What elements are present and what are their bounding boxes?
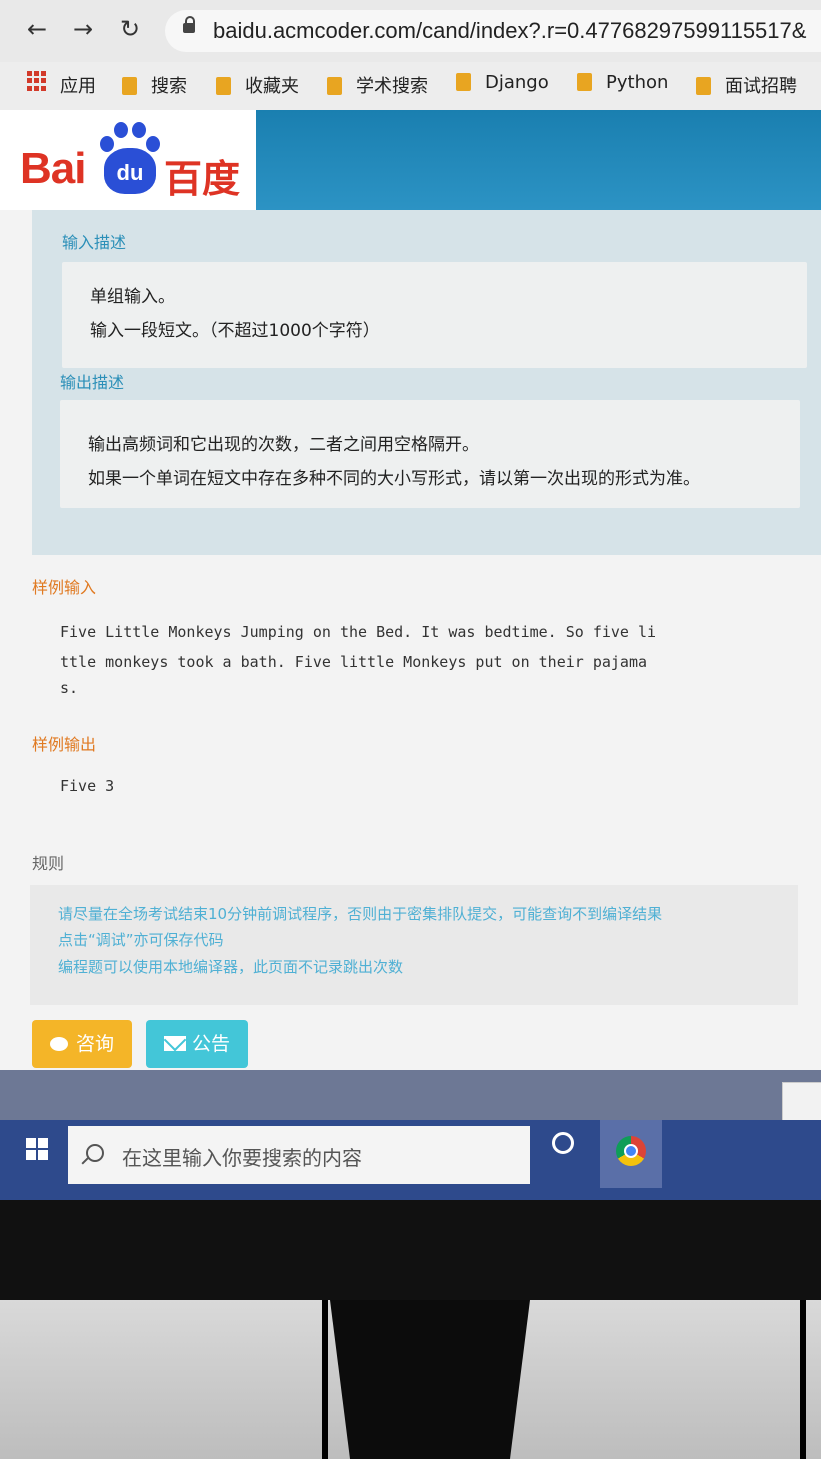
paw-icon: du — [94, 118, 164, 202]
notice-button[interactable]: 公告 — [146, 1020, 249, 1068]
bookmark-jobs[interactable]: 面试招聘 — [696, 72, 797, 98]
output-description-heading: 输出描述 — [60, 373, 125, 392]
rules-heading: 规则 — [32, 854, 65, 873]
consult-button[interactable]: 咨询 — [32, 1020, 133, 1068]
sample-input-line-2: ttle monkeys took a bath. Five little Mo… — [60, 653, 647, 671]
taskbar-chrome-button[interactable] — [600, 1120, 662, 1188]
envelope-icon — [164, 1036, 186, 1051]
reload-icon[interactable]: ↻ — [115, 14, 145, 44]
back-arrow-icon[interactable]: ← — [22, 14, 52, 44]
lock-icon — [183, 16, 195, 33]
bookmark-python[interactable]: Python — [577, 72, 668, 93]
folder-icon — [327, 77, 342, 95]
bookmark-django[interactable]: Django — [456, 72, 549, 93]
chrome-icon — [616, 1136, 646, 1166]
cable — [322, 1300, 328, 1459]
windows-taskbar: 在这里输入你要搜索的内容 — [0, 1120, 821, 1200]
browser-toolbar: ← → ↻ baidu.acmcoder.com/cand/index?.r=0… — [0, 0, 821, 62]
page-footer-band — [0, 1070, 821, 1120]
windows-start-icon[interactable] — [26, 1138, 48, 1160]
sample-input-line-3: s. — [60, 679, 79, 697]
sample-output-text: Five 3 — [60, 777, 115, 795]
search-icon — [86, 1144, 104, 1162]
rules-box: 请尽量在全场考试结束10分钟前调试程序，否则由于密集排队提交，可能查询不到编译结… — [30, 885, 798, 1005]
bookmarks-bar: 应用 搜索 收藏夹 学术搜索 Django Python 面试招聘 — [0, 62, 821, 111]
monitor-stand — [330, 1300, 530, 1459]
folder-icon — [122, 77, 137, 95]
folder-icon — [577, 73, 592, 91]
baidu-logo[interactable]: Bai du 百度 — [0, 110, 256, 210]
folder-icon — [696, 77, 711, 95]
output-description-box: 输出高频词和它出现的次数，二者之间用空格隔开。 如果一个单词在短文中存在多种不同… — [60, 400, 800, 508]
url-text: baidu.acmcoder.com/cand/index?.r=0.47768… — [213, 18, 807, 43]
taskbar-search-box[interactable]: 在这里输入你要搜索的内容 — [68, 1126, 530, 1184]
forward-arrow-icon[interactable]: → — [68, 14, 98, 44]
monitor-screen: ← → ↻ baidu.acmcoder.com/cand/index?.r=0… — [0, 0, 821, 1200]
bookmark-apps[interactable]: 应用 — [60, 72, 96, 98]
sample-output-heading: 样例输出 — [32, 735, 97, 754]
apps-grid-icon[interactable] — [27, 71, 47, 91]
address-bar[interactable]: baidu.acmcoder.com/cand/index?.r=0.47768… — [165, 10, 821, 52]
input-description-heading: 输入描述 — [62, 233, 127, 252]
taskbar-search-placeholder: 在这里输入你要搜索的内容 — [122, 1146, 362, 1170]
sample-input-heading: 样例输入 — [32, 578, 97, 597]
chat-bubble-icon — [50, 1037, 68, 1051]
cortana-icon[interactable] — [552, 1132, 574, 1154]
sample-input-line-1: Five Little Monkeys Jumping on the Bed. … — [60, 623, 657, 641]
site-header: Bai du 百度 — [0, 110, 821, 210]
folder-icon — [456, 73, 471, 91]
input-description-box: 单组输入。 输入一段短文。（不超过1000个字符） — [62, 262, 807, 368]
cable — [800, 1300, 806, 1459]
bookmark-favorites[interactable]: 收藏夹 — [216, 72, 299, 98]
bookmark-scholar[interactable]: 学术搜索 — [327, 72, 428, 98]
bookmark-search[interactable]: 搜索 — [122, 72, 187, 98]
folder-icon — [216, 77, 231, 95]
